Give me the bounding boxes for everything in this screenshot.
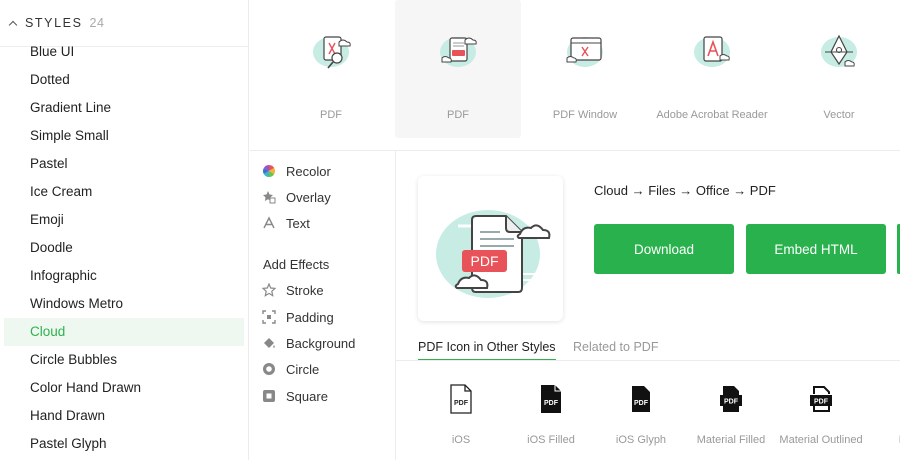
style-list: Blue UI Dotted Gradient Line Simple Smal… xyxy=(4,38,244,458)
other-style-ios-filled[interactable]: PDF iOS Filled xyxy=(506,380,596,446)
pdf-file-material-outlined-icon: PDF xyxy=(810,386,832,412)
other-style-label: Material Outlined xyxy=(779,434,863,446)
style-item-doodle[interactable]: Doodle xyxy=(4,234,244,262)
padding-icon xyxy=(262,310,276,324)
other-style-material-filled[interactable]: PDF Material Filled xyxy=(686,380,776,446)
style-item-windows-metro[interactable]: Windows Metro xyxy=(4,290,244,318)
other-style-label: Mate xyxy=(866,434,900,446)
text-a-icon xyxy=(262,216,276,230)
style-item-pastel-glyph[interactable]: Pastel Glyph xyxy=(4,430,244,458)
style-item-emoji[interactable]: Emoji xyxy=(4,206,244,234)
icon-card-vector[interactable]: Vector xyxy=(776,0,900,138)
effect-overlay-label: Overlay xyxy=(286,189,331,205)
style-item-infographic[interactable]: Infographic xyxy=(4,262,244,290)
icon-preview: PDF xyxy=(418,176,563,321)
pdf-file-outline-icon: PDF xyxy=(450,384,472,414)
effect-text-label: Text xyxy=(286,215,310,231)
other-style-material-outlined[interactable]: PDF Material Outlined xyxy=(776,380,866,446)
breadcrumb[interactable]: Cloud → Files → Office → PDF xyxy=(594,183,776,198)
other-style-label: iOS Glyph xyxy=(615,434,667,446)
other-style-partial[interactable]: Mate xyxy=(866,380,900,446)
badge-text: PDF xyxy=(544,400,559,407)
download-button[interactable]: Download xyxy=(594,224,734,274)
style-item-ice-cream[interactable]: Ice Cream xyxy=(4,178,244,206)
chevron-up-icon[interactable] xyxy=(8,20,18,30)
style-item-gradient-line[interactable]: Gradient Line xyxy=(4,94,244,122)
style-item-hand-drawn[interactable]: Hand Drawn xyxy=(4,402,244,430)
pdf-file-material-filled-icon: PDF xyxy=(720,386,742,412)
other-style-ios-glyph[interactable]: PDF iOS Glyph xyxy=(596,380,686,446)
icon-strip: PDF PDF PDF Window Adobe Acrobat Reader … xyxy=(268,0,900,138)
embed-html-button[interactable]: Embed HTML xyxy=(746,224,886,274)
other-style-label: Material Filled xyxy=(696,434,766,446)
icon-card-pdf-selected[interactable]: PDF xyxy=(395,0,521,138)
icon-card-pdf[interactable]: PDF xyxy=(268,0,394,138)
style-item-color-hand-drawn[interactable]: Color Hand Drawn xyxy=(4,374,244,402)
style-item-pastel[interactable]: Pastel xyxy=(4,150,244,178)
color-wheel-icon xyxy=(262,164,276,178)
adobe-acrobat-cloud-icon xyxy=(694,36,730,67)
other-styles-row: PDF iOS PDF iOS Filled PDF iOS Glyph PDF xyxy=(416,380,900,460)
icon-card-label: Adobe Acrobat Reader xyxy=(656,109,768,121)
paint-bucket-icon xyxy=(262,336,276,350)
styles-title: STYLES xyxy=(25,16,83,30)
icon-card-label: Vector xyxy=(823,109,855,121)
square-icon xyxy=(262,389,276,403)
add-effects-title: Add Effects xyxy=(263,257,330,272)
tab-other-styles[interactable]: PDF Icon in Other Styles xyxy=(418,340,556,361)
icon-card-adobe-acrobat-reader[interactable]: Adobe Acrobat Reader xyxy=(649,0,775,138)
effect-text[interactable]: Text xyxy=(262,213,310,233)
badge-text: PDF xyxy=(814,399,829,406)
icon-card-label: PDF Window xyxy=(552,109,618,121)
style-item-blue-ui[interactable]: Blue UI xyxy=(4,38,244,66)
effect-overlay[interactable]: Overlay xyxy=(262,187,331,207)
other-style-label: iOS Filled xyxy=(527,434,575,446)
other-style-label: iOS xyxy=(451,434,471,446)
icon-card-pdf-window[interactable]: PDF Window xyxy=(522,0,648,138)
other-style-ios[interactable]: PDF iOS xyxy=(416,380,506,446)
effect-stroke-label: Stroke xyxy=(286,282,324,298)
pdf-file-filled-icon: PDF xyxy=(541,385,561,413)
effect-padding[interactable]: Padding xyxy=(262,307,334,327)
tab-related[interactable]: Related to PDF xyxy=(573,340,658,359)
circle-icon xyxy=(262,362,276,376)
overlay-star-icon xyxy=(262,190,276,204)
style-item-cloud[interactable]: Cloud xyxy=(4,318,244,346)
style-item-simple-small[interactable]: Simple Small xyxy=(4,122,244,150)
badge-text: PDF xyxy=(634,400,649,407)
vector-cloud-icon xyxy=(821,34,857,67)
pdf-cloud-file-icon: PDF xyxy=(436,210,551,298)
effect-padding-label: Padding xyxy=(286,309,334,325)
effects-panel: Recolor Overlay Text Add Effects Stroke xyxy=(250,151,396,460)
pdf-cloud-magnifier-icon xyxy=(313,36,351,69)
star-outline-icon xyxy=(262,283,276,297)
effect-stroke[interactable]: Stroke xyxy=(262,280,324,300)
badge-text: PDF xyxy=(724,399,739,406)
styles-sidebar: STYLES 24 Blue UI Dotted Gradient Line S… xyxy=(0,0,249,460)
pdf-file-glyph-icon: PDF xyxy=(632,386,650,412)
style-item-circle-bubbles[interactable]: Circle Bubbles xyxy=(4,346,244,374)
badge-text: PDF xyxy=(454,400,469,407)
effect-circle-label: Circle xyxy=(286,361,320,377)
effect-recolor-label: Recolor xyxy=(286,163,331,179)
effect-circle[interactable]: Circle xyxy=(262,359,319,379)
style-item-dotted[interactable]: Dotted xyxy=(4,66,244,94)
effect-background-label: Background xyxy=(286,335,356,351)
pdf-window-cloud-icon xyxy=(566,37,603,67)
tabs-divider xyxy=(396,360,900,361)
icon-card-label: PDF xyxy=(320,109,342,121)
icon-card-label: PDF xyxy=(447,109,469,121)
effect-recolor[interactable]: Recolor xyxy=(262,161,331,181)
preview-badge-text: PDF xyxy=(471,253,499,269)
effect-background[interactable]: Background xyxy=(262,333,355,353)
styles-count: 24 xyxy=(89,16,105,30)
icon-browser-app: STYLES 24 Blue UI Dotted Gradient Line S… xyxy=(0,0,900,460)
effect-square-label: Square xyxy=(286,388,328,404)
effect-square[interactable]: Square xyxy=(262,386,328,406)
pdf-cloud-file-icon xyxy=(440,37,477,67)
